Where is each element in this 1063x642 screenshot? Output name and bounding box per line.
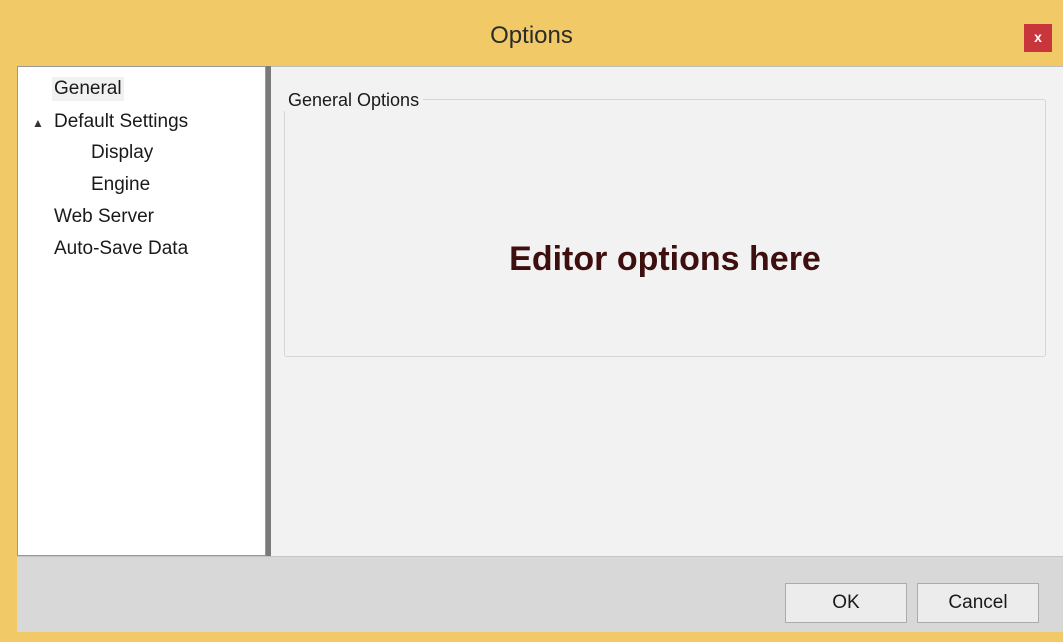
- general-options-groupbox: Editor options here: [284, 99, 1046, 357]
- options-dialog: Options x General ▲ Default Settings Dis…: [0, 0, 1063, 642]
- tree-item-engine[interactable]: Engine: [91, 173, 150, 197]
- tree-item-web-server[interactable]: Web Server: [54, 205, 154, 229]
- close-button[interactable]: x: [1024, 24, 1052, 52]
- cancel-button[interactable]: Cancel: [917, 583, 1039, 623]
- tree-item-display[interactable]: Display: [91, 141, 153, 165]
- tree-item-general[interactable]: General: [52, 77, 124, 101]
- tree-item-auto-save-data[interactable]: Auto-Save Data: [54, 237, 188, 261]
- title-bar[interactable]: Options x: [0, 0, 1063, 66]
- window-title: Options: [490, 22, 573, 49]
- expand-arrow-icon[interactable]: ▲: [32, 111, 44, 135]
- groupbox-title: General Options: [284, 89, 424, 111]
- editor-placeholder-text: Editor options here: [509, 240, 821, 278]
- options-tree: General ▲ Default Settings Display Engin…: [17, 66, 266, 556]
- dialog-client-area: General ▲ Default Settings Display Engin…: [17, 66, 1063, 632]
- tree-item-default-settings[interactable]: Default Settings: [54, 110, 188, 134]
- dialog-footer: OK Cancel: [17, 556, 1063, 632]
- options-content-pane: Editor options here General Options: [271, 66, 1063, 556]
- ok-button[interactable]: OK: [785, 583, 907, 623]
